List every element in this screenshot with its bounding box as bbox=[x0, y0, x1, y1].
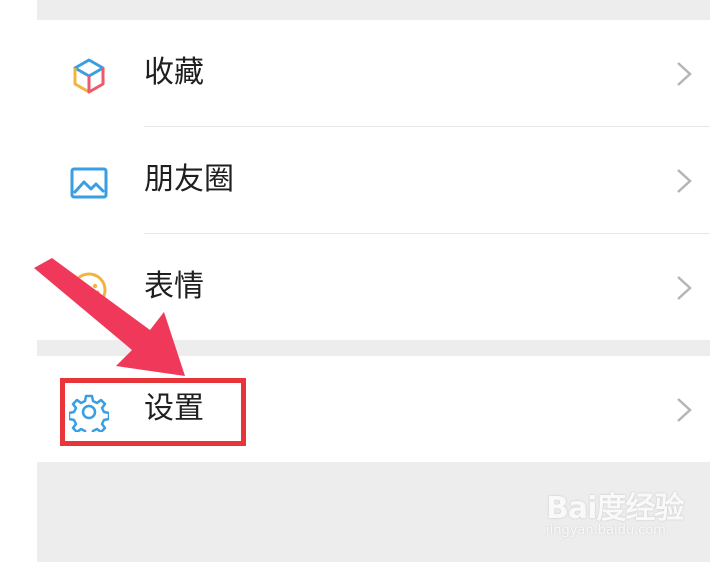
menu-item-label: 朋友圈 bbox=[144, 162, 234, 197]
wechat-me-screen: 收藏 朋友圈 表情 设置 bbox=[37, 0, 710, 562]
favorites-cube-icon bbox=[69, 56, 109, 96]
menu-item-favorites[interactable]: 收藏 bbox=[37, 20, 710, 126]
menu-item-moments[interactable]: 朋友圈 bbox=[37, 127, 710, 233]
chevron-right-icon bbox=[675, 60, 693, 88]
highlight-box bbox=[60, 378, 246, 446]
menu-group-main: 收藏 朋友圈 表情 bbox=[37, 20, 710, 340]
menu-item-label: 收藏 bbox=[144, 55, 204, 90]
watermark-url: jingyan.baidu.com bbox=[546, 523, 666, 538]
menu-item-stickers[interactable]: 表情 bbox=[37, 234, 710, 340]
chevron-right-icon bbox=[675, 396, 693, 424]
watermark-brand: Bai度经验 bbox=[546, 491, 684, 526]
chevron-right-icon bbox=[675, 167, 693, 195]
chevron-right-icon bbox=[675, 274, 693, 302]
sticker-smiley-icon bbox=[69, 270, 109, 310]
moments-picture-icon bbox=[69, 163, 109, 203]
watermark-logo: Bai度经验 jingyan.baidu.com bbox=[540, 483, 684, 543]
menu-item-label: 表情 bbox=[144, 269, 204, 304]
